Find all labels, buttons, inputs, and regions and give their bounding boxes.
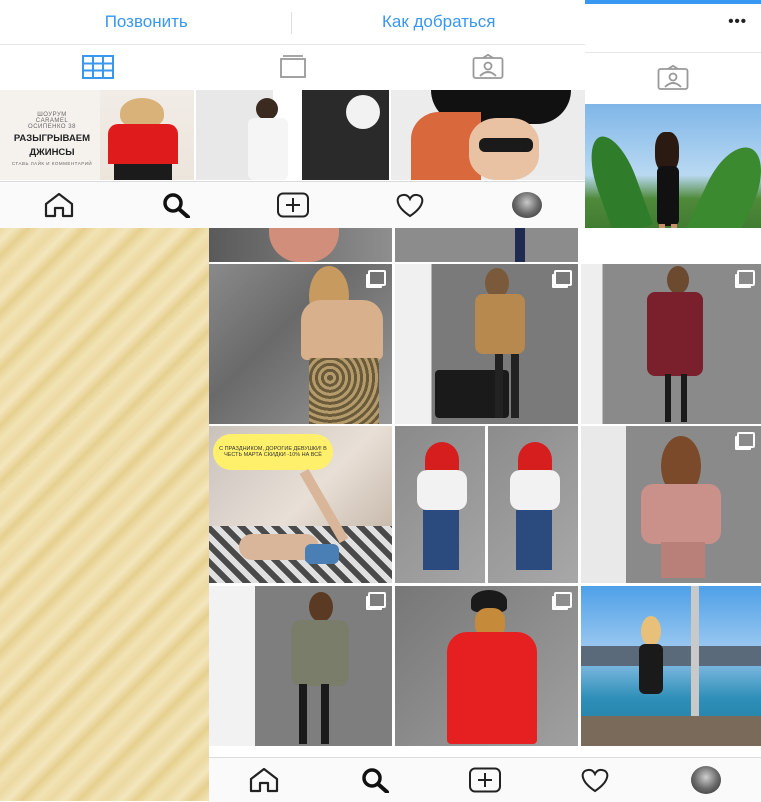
home-icon (250, 767, 279, 793)
profile-screenshot-top: Позвонить Как добраться ШОУРУМ CARAMEL О… (0, 0, 585, 228)
bottom-nav (209, 757, 761, 802)
profile-avatar (511, 192, 542, 218)
divider (291, 12, 292, 34)
photo-red-top (100, 90, 194, 180)
post-thumbnail[interactable]: ШОУРУМ CARAMEL ОСИПЕНКО 38 РАЗЫГРЫВАЕМ Д… (0, 90, 194, 180)
post-thumbnail[interactable] (581, 426, 761, 583)
nav-home[interactable] (209, 758, 319, 802)
bottom-nav-top (0, 181, 585, 228)
post-thumbnail[interactable] (391, 90, 585, 180)
more-options-button[interactable]: ••• (728, 13, 747, 30)
search-icon (162, 193, 190, 218)
profile-avatar (690, 766, 721, 794)
profile-posts-row: ШОУРУМ CARAMEL ОСИПЕНКО 38 РАЗЫГРЫВАЕМ Д… (0, 90, 585, 180)
post-thumbnail[interactable] (195, 90, 390, 180)
caption-bubble: С ПРАЗДНИКОМ, ДОРОГИЕ ДЕВУШКИ! В ЧЕСТЬ М… (213, 434, 333, 470)
multiple-posts-icon (368, 270, 386, 286)
accent-bar (585, 0, 761, 4)
directions-button[interactable]: Как добраться (293, 0, 586, 44)
multiple-posts-icon (737, 432, 755, 448)
promo-line: ОСИПЕНКО 38 (28, 124, 76, 130)
call-button[interactable]: Позвонить (0, 0, 293, 44)
promo-headline: ДЖИНСЫ (29, 147, 75, 158)
nav-add[interactable] (234, 182, 351, 228)
nav-search[interactable] (117, 182, 234, 228)
post-thumbnail[interactable] (395, 264, 578, 424)
tab-tagged[interactable] (390, 45, 585, 89)
add-post-icon (276, 192, 309, 218)
promo-post: ШОУРУМ CARAMEL ОСИПЕНКО 38 РАЗЫГРЫВАЕМ Д… (0, 90, 100, 180)
add-post-icon (469, 767, 502, 793)
tagged-icon (472, 54, 503, 79)
nav-activity[interactable] (351, 182, 468, 228)
post-thumbnail[interactable] (395, 228, 578, 262)
promo-text: ШОУРУМ CARAMEL ОСИПЕНКО 38 РАЗЫГРЫВАЕМ Д… (6, 112, 98, 166)
grid-icon (81, 55, 114, 79)
top-bar: ••• (585, 0, 761, 53)
post-thumbnail[interactable] (395, 586, 578, 746)
profile-tabs (0, 45, 585, 89)
nav-add[interactable] (430, 758, 540, 802)
search-icon (361, 768, 389, 793)
home-icon (44, 192, 73, 218)
heart-icon (582, 768, 609, 793)
multiple-posts-icon (554, 270, 572, 286)
heart-icon (396, 193, 423, 218)
post-thumbnail[interactable] (209, 586, 392, 746)
multiple-posts-icon (368, 592, 386, 608)
post-thumbnail[interactable] (209, 264, 392, 424)
promo-headline: РАЗЫГРЫВАЕМ (13, 133, 91, 144)
nav-home[interactable] (0, 182, 117, 228)
tab-tagged[interactable] (585, 53, 761, 103)
nav-search[interactable] (319, 758, 429, 802)
tagged-icon (657, 65, 689, 90)
tab-igtv[interactable] (195, 45, 390, 89)
tab-grid[interactable] (0, 45, 195, 89)
nav-profile[interactable] (651, 758, 761, 802)
post-thumbnail[interactable] (581, 264, 761, 424)
promo-footer: СТАВЬ ЛАЙК И КОММЕНТАРИЙ (11, 161, 93, 166)
nav-profile[interactable] (468, 182, 585, 228)
post-thumbnail[interactable] (395, 426, 485, 583)
post-thumbnail[interactable]: С ПРАЗДНИКОМ, ДОРОГИЕ ДЕВУШКИ! В ЧЕСТЬ М… (209, 426, 392, 583)
multiple-posts-icon (737, 270, 755, 286)
profile-screenshot-right: ••• (585, 0, 761, 262)
igtv-icon (279, 55, 306, 78)
post-thumbnail[interactable] (581, 586, 761, 746)
explore-grid: С ПРАЗДНИКОМ, ДОРОГИЕ ДЕВУШКИ! В ЧЕСТЬ М… (209, 228, 761, 748)
post-thumbnail[interactable] (488, 426, 578, 583)
beige-background (0, 228, 209, 801)
post-thumbnail[interactable] (209, 228, 392, 262)
nav-activity[interactable] (540, 758, 650, 802)
multiple-posts-icon (554, 592, 572, 608)
profile-action-bar: Позвонить Как добраться (0, 0, 585, 45)
